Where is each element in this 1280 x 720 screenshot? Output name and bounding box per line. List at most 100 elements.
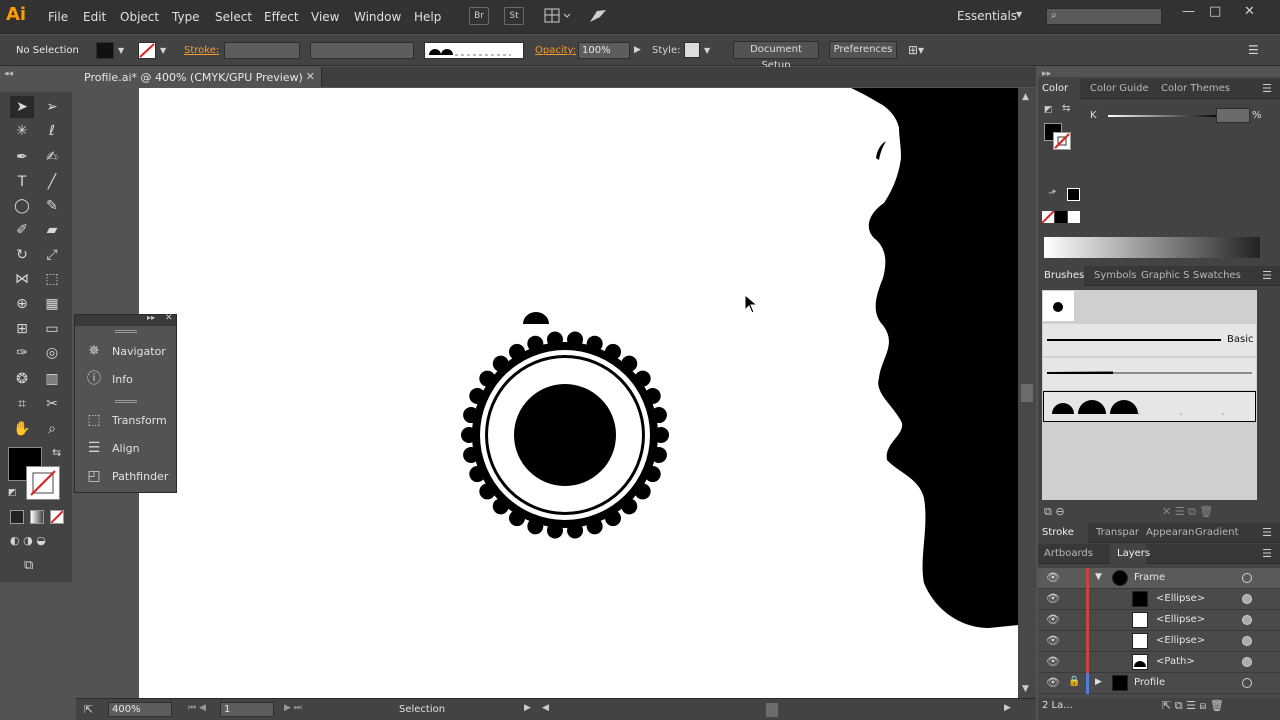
artboard-tool-icon[interactable]: ⌗	[10, 393, 34, 415]
fill-swatch[interactable]	[96, 42, 114, 59]
close-icon[interactable]: ✕	[165, 313, 173, 323]
layer-row-ellipse-1[interactable]: 👁 <Ellipse>	[1038, 589, 1280, 610]
gradient-tool-icon[interactable]: ▭	[40, 318, 64, 340]
tab-brushes[interactable]: Brushes	[1044, 270, 1084, 281]
workspace-switcher[interactable]: Essentials	[957, 9, 1017, 23]
brush-calligraphic[interactable]	[1043, 291, 1074, 321]
opacity-label[interactable]: Opacity:	[535, 45, 576, 56]
chevron-down-icon[interactable]: ▼	[1016, 10, 1022, 19]
k-value-field[interactable]	[1216, 108, 1250, 123]
transform-panel-button[interactable]: ⬚ Transform	[75, 408, 178, 432]
default-colors-icon[interactable]: ◩	[8, 488, 17, 498]
layer-row-ellipse-2[interactable]: 👁 <Ellipse>	[1038, 610, 1280, 631]
draw-normal-icon[interactable]: ◐ ◑ ◒	[10, 534, 46, 547]
lock-icon[interactable]: 🔒	[1068, 676, 1080, 687]
tab-appearance[interactable]: Appearan	[1146, 527, 1194, 538]
panel-menu-icon[interactable]: ☰	[1262, 526, 1272, 539]
layer-row-frame[interactable]: 👁 ▼ Frame	[1038, 568, 1280, 589]
eyedropper-tool-icon[interactable]: ✑	[10, 342, 34, 364]
menu-help[interactable]: Help	[414, 10, 441, 24]
navigator-panel-button[interactable]: ✵ Navigator	[75, 339, 178, 363]
menu-select[interactable]: Select	[215, 10, 252, 24]
black-quick-swatch[interactable]	[1055, 211, 1067, 223]
brush-actions-icon[interactable]: ✕ ☰ ⧉ 🗑	[1162, 505, 1213, 519]
direct-selection-tool-icon[interactable]: ➢	[40, 96, 64, 118]
black-swatch[interactable]	[1067, 188, 1080, 201]
white-quick-swatch[interactable]	[1068, 211, 1080, 223]
tab-gradient[interactable]: Gradient	[1195, 527, 1239, 538]
swap-colors-icon[interactable]: ⇆	[52, 446, 61, 459]
target-icon[interactable]	[1242, 615, 1252, 625]
arrange-icon[interactable]: ⊞▾	[908, 43, 924, 57]
preferences-button[interactable]: Preferences	[829, 41, 897, 59]
tab-graphic-styles[interactable]: Graphic S	[1141, 270, 1189, 281]
none-swatch[interactable]	[1041, 210, 1055, 224]
menu-object[interactable]: Object	[120, 10, 159, 24]
menu-type[interactable]: Type	[172, 10, 200, 24]
stroke-color-swatch[interactable]	[26, 466, 60, 500]
status-menu-icon[interactable]: ▶	[524, 703, 531, 713]
chevron-right-icon[interactable]: ▶	[634, 45, 641, 55]
stock-button[interactable]: St	[504, 7, 524, 25]
brush-definition[interactable]	[424, 42, 524, 59]
menu-view[interactable]: View	[311, 10, 339, 24]
tab-transparency[interactable]: Transpar	[1096, 527, 1139, 538]
grip-icon[interactable]	[115, 330, 137, 333]
blend-tool-icon[interactable]: ◎	[40, 342, 64, 364]
perspective-grid-tool-icon[interactable]: ▦	[40, 293, 64, 315]
scale-tool-icon[interactable]: ⤢	[40, 244, 64, 266]
mesh-tool-icon[interactable]: ⊞	[10, 318, 34, 340]
bridge-button[interactable]: Br	[469, 7, 489, 25]
panel-menu-icon[interactable]: ☰	[1262, 82, 1272, 95]
menu-window[interactable]: Window	[354, 10, 401, 24]
scroll-up-icon[interactable]: ▲	[1022, 92, 1029, 102]
paintbrush-tool-icon[interactable]: ✎	[40, 195, 64, 217]
tab-symbols[interactable]: Symbols	[1094, 270, 1136, 281]
tab-color[interactable]: Color	[1042, 83, 1068, 94]
color-mode-button[interactable]	[10, 510, 24, 524]
grip-icon[interactable]	[115, 400, 137, 403]
shape-builder-tool-icon[interactable]: ⊕	[10, 293, 34, 315]
vertical-scrollbar[interactable]: ▲ ▼	[1018, 88, 1036, 698]
artboard-field[interactable]: 1	[220, 702, 274, 717]
target-icon[interactable]	[1242, 636, 1252, 646]
magic-wand-tool-icon[interactable]: ✳	[10, 120, 34, 142]
artboard[interactable]	[139, 88, 1018, 698]
close-button[interactable]: ✕	[1244, 4, 1255, 19]
brush-libraries-icon[interactable]: ⧉ ⊖	[1044, 505, 1065, 519]
canvas[interactable]	[76, 88, 1018, 698]
stroke-weight-field[interactable]	[224, 42, 300, 59]
search-input[interactable]: ⌕	[1046, 8, 1162, 25]
floating-panel-header[interactable]: ▸▸ ✕	[75, 313, 176, 326]
visibility-eye-icon[interactable]: 👁	[1046, 613, 1060, 626]
curvature-tool-icon[interactable]: ✍	[40, 146, 64, 168]
close-icon[interactable]: ✕	[306, 70, 315, 83]
pen-tool-icon[interactable]: ✒	[10, 146, 34, 168]
tab-color-themes[interactable]: Color Themes	[1161, 83, 1230, 94]
panel-menu-icon[interactable]: ☰	[1262, 269, 1272, 282]
tab-artboards[interactable]: Artboards	[1044, 548, 1093, 559]
line-tool-icon[interactable]: ╱	[40, 171, 64, 193]
scroll-left-icon[interactable]: ◀	[542, 703, 549, 713]
menu-effect[interactable]: Effect	[264, 10, 299, 24]
symbol-sprayer-tool-icon[interactable]: ❂	[10, 368, 34, 390]
document-setup-button[interactable]: Document Setup	[733, 41, 819, 71]
first-artboard-icon[interactable]: ⏮ ◀	[188, 703, 206, 713]
hand-tool-icon[interactable]: ✋	[10, 418, 34, 440]
tab-color-guide[interactable]: Color Guide	[1090, 83, 1149, 94]
scroll-down-icon[interactable]: ▼	[1022, 684, 1029, 694]
scroll-right-icon[interactable]: ▶	[1004, 703, 1011, 713]
scroll-thumb[interactable]	[1021, 384, 1033, 402]
rotate-tool-icon[interactable]: ↻	[10, 244, 34, 266]
brush-taper[interactable]	[1043, 358, 1256, 390]
brush-basic[interactable]: Basic	[1043, 324, 1256, 356]
layer-row-path[interactable]: 👁 <Path>	[1038, 652, 1280, 673]
layer-row-profile[interactable]: 👁 🔒 ▶ Profile	[1038, 673, 1280, 694]
width-tool-icon[interactable]: ⋈	[10, 268, 34, 290]
next-artboard-icon[interactable]: ▶ ⏭	[284, 703, 302, 713]
gpu-performance-icon[interactable]	[588, 8, 608, 24]
panel-menu-icon[interactable]: ☰	[1248, 43, 1259, 57]
opacity-field[interactable]: 100%	[578, 42, 630, 59]
menu-file[interactable]: File	[48, 10, 68, 24]
horizontal-scroll-thumb[interactable]	[766, 703, 778, 717]
